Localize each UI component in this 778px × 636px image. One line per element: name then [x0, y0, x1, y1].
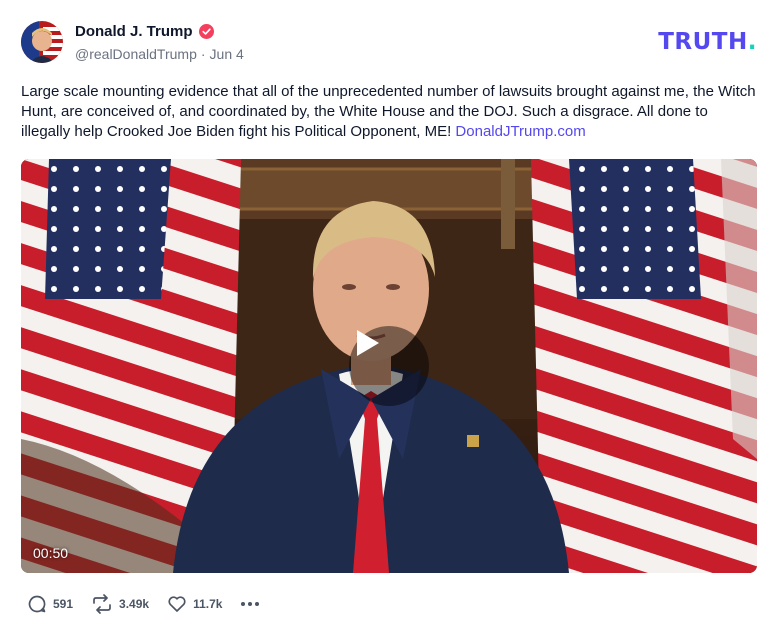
- post-link[interactable]: DonaldJTrump.com: [455, 123, 585, 140]
- logo-text: TRUTH: [658, 29, 748, 55]
- handle[interactable]: @realDonaldTrump: [75, 46, 197, 62]
- heart-icon: [168, 596, 186, 612]
- display-name[interactable]: Donald J. Trump: [75, 23, 193, 40]
- reply-button[interactable]: 591: [27, 594, 73, 614]
- post-text: Large scale mounting evidence that all o…: [21, 82, 761, 142]
- post-header: Donald J. Trump @realDonaldTrump · Jun 4…: [21, 20, 757, 66]
- retruth-count: 3.49k: [119, 597, 150, 611]
- retruth-button[interactable]: 3.49k: [91, 594, 149, 614]
- logo-dot: .: [747, 29, 757, 55]
- more-icon: [241, 602, 260, 606]
- post-actions: 591 3.49k 11.7k: [27, 594, 260, 614]
- truth-logo[interactable]: TRUTH.: [658, 29, 757, 55]
- separator: ·: [200, 46, 206, 62]
- retruth-icon: [93, 594, 111, 614]
- avatar[interactable]: [21, 21, 63, 63]
- video-duration: 00:50: [33, 545, 69, 561]
- more-button[interactable]: [240, 594, 260, 614]
- play-button[interactable]: [349, 326, 429, 406]
- like-button[interactable]: 11.7k: [167, 594, 222, 614]
- reply-icon: [28, 595, 46, 613]
- like-count: 11.7k: [193, 597, 223, 611]
- post-body: Large scale mounting evidence that all o…: [21, 83, 756, 140]
- post-date[interactable]: Jun 4: [210, 46, 244, 62]
- verified-badge-icon: [198, 24, 214, 39]
- play-icon: [357, 330, 379, 356]
- reply-count: 591: [53, 597, 74, 611]
- video-player[interactable]: 00:50: [21, 159, 757, 573]
